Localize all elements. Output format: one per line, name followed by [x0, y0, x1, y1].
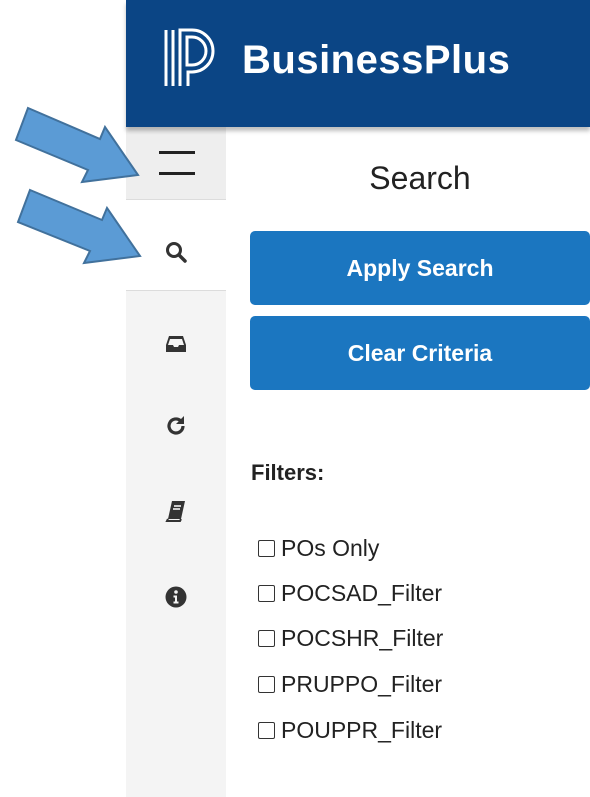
checkbox[interactable] — [258, 675, 275, 693]
refresh-icon[interactable] — [164, 414, 188, 438]
search-nav-button[interactable] — [126, 200, 226, 291]
checkbox[interactable] — [258, 721, 275, 739]
sidebar-nav — [126, 127, 226, 797]
filter-pocshr[interactable]: POCSHR_Filter — [258, 624, 443, 652]
filter-label: POCSHR_Filter — [281, 624, 444, 651]
checkbox[interactable] — [258, 629, 275, 647]
filter-pocsad[interactable]: POCSAD_Filter — [258, 579, 442, 607]
filter-label: PRUPPO_Filter — [281, 670, 443, 697]
brand-name: BusinessPlus — [242, 38, 511, 82]
filter-label: POUPPR_Filter — [281, 716, 443, 743]
filter-label: POCSAD_Filter — [281, 579, 443, 606]
app-header: BusinessPlus — [126, 0, 590, 127]
checkbox[interactable] — [258, 584, 275, 602]
checkbox[interactable] — [258, 539, 275, 557]
filter-pos-only[interactable]: POs Only — [258, 534, 379, 562]
info-circle-icon[interactable] — [164, 585, 188, 609]
filters-label: Filters: — [251, 460, 325, 485]
pointer-arrow-icon — [14, 106, 140, 184]
panel-title: Search — [369, 160, 471, 196]
filter-pouppr[interactable]: POUPPR_Filter — [258, 716, 442, 744]
filter-pruppo[interactable]: PRUPPO_Filter — [258, 670, 442, 698]
clear-criteria-button[interactable]: Clear Criteria — [250, 316, 590, 390]
search-icon — [166, 242, 187, 263]
book-icon[interactable] — [164, 499, 188, 523]
apply-search-button[interactable]: Apply Search — [250, 231, 590, 305]
filter-label: POs Only — [281, 534, 380, 561]
powerschool-p-logo-icon — [164, 28, 215, 86]
menu-button[interactable] — [126, 127, 226, 200]
inbox-tray-icon[interactable] — [164, 332, 188, 356]
